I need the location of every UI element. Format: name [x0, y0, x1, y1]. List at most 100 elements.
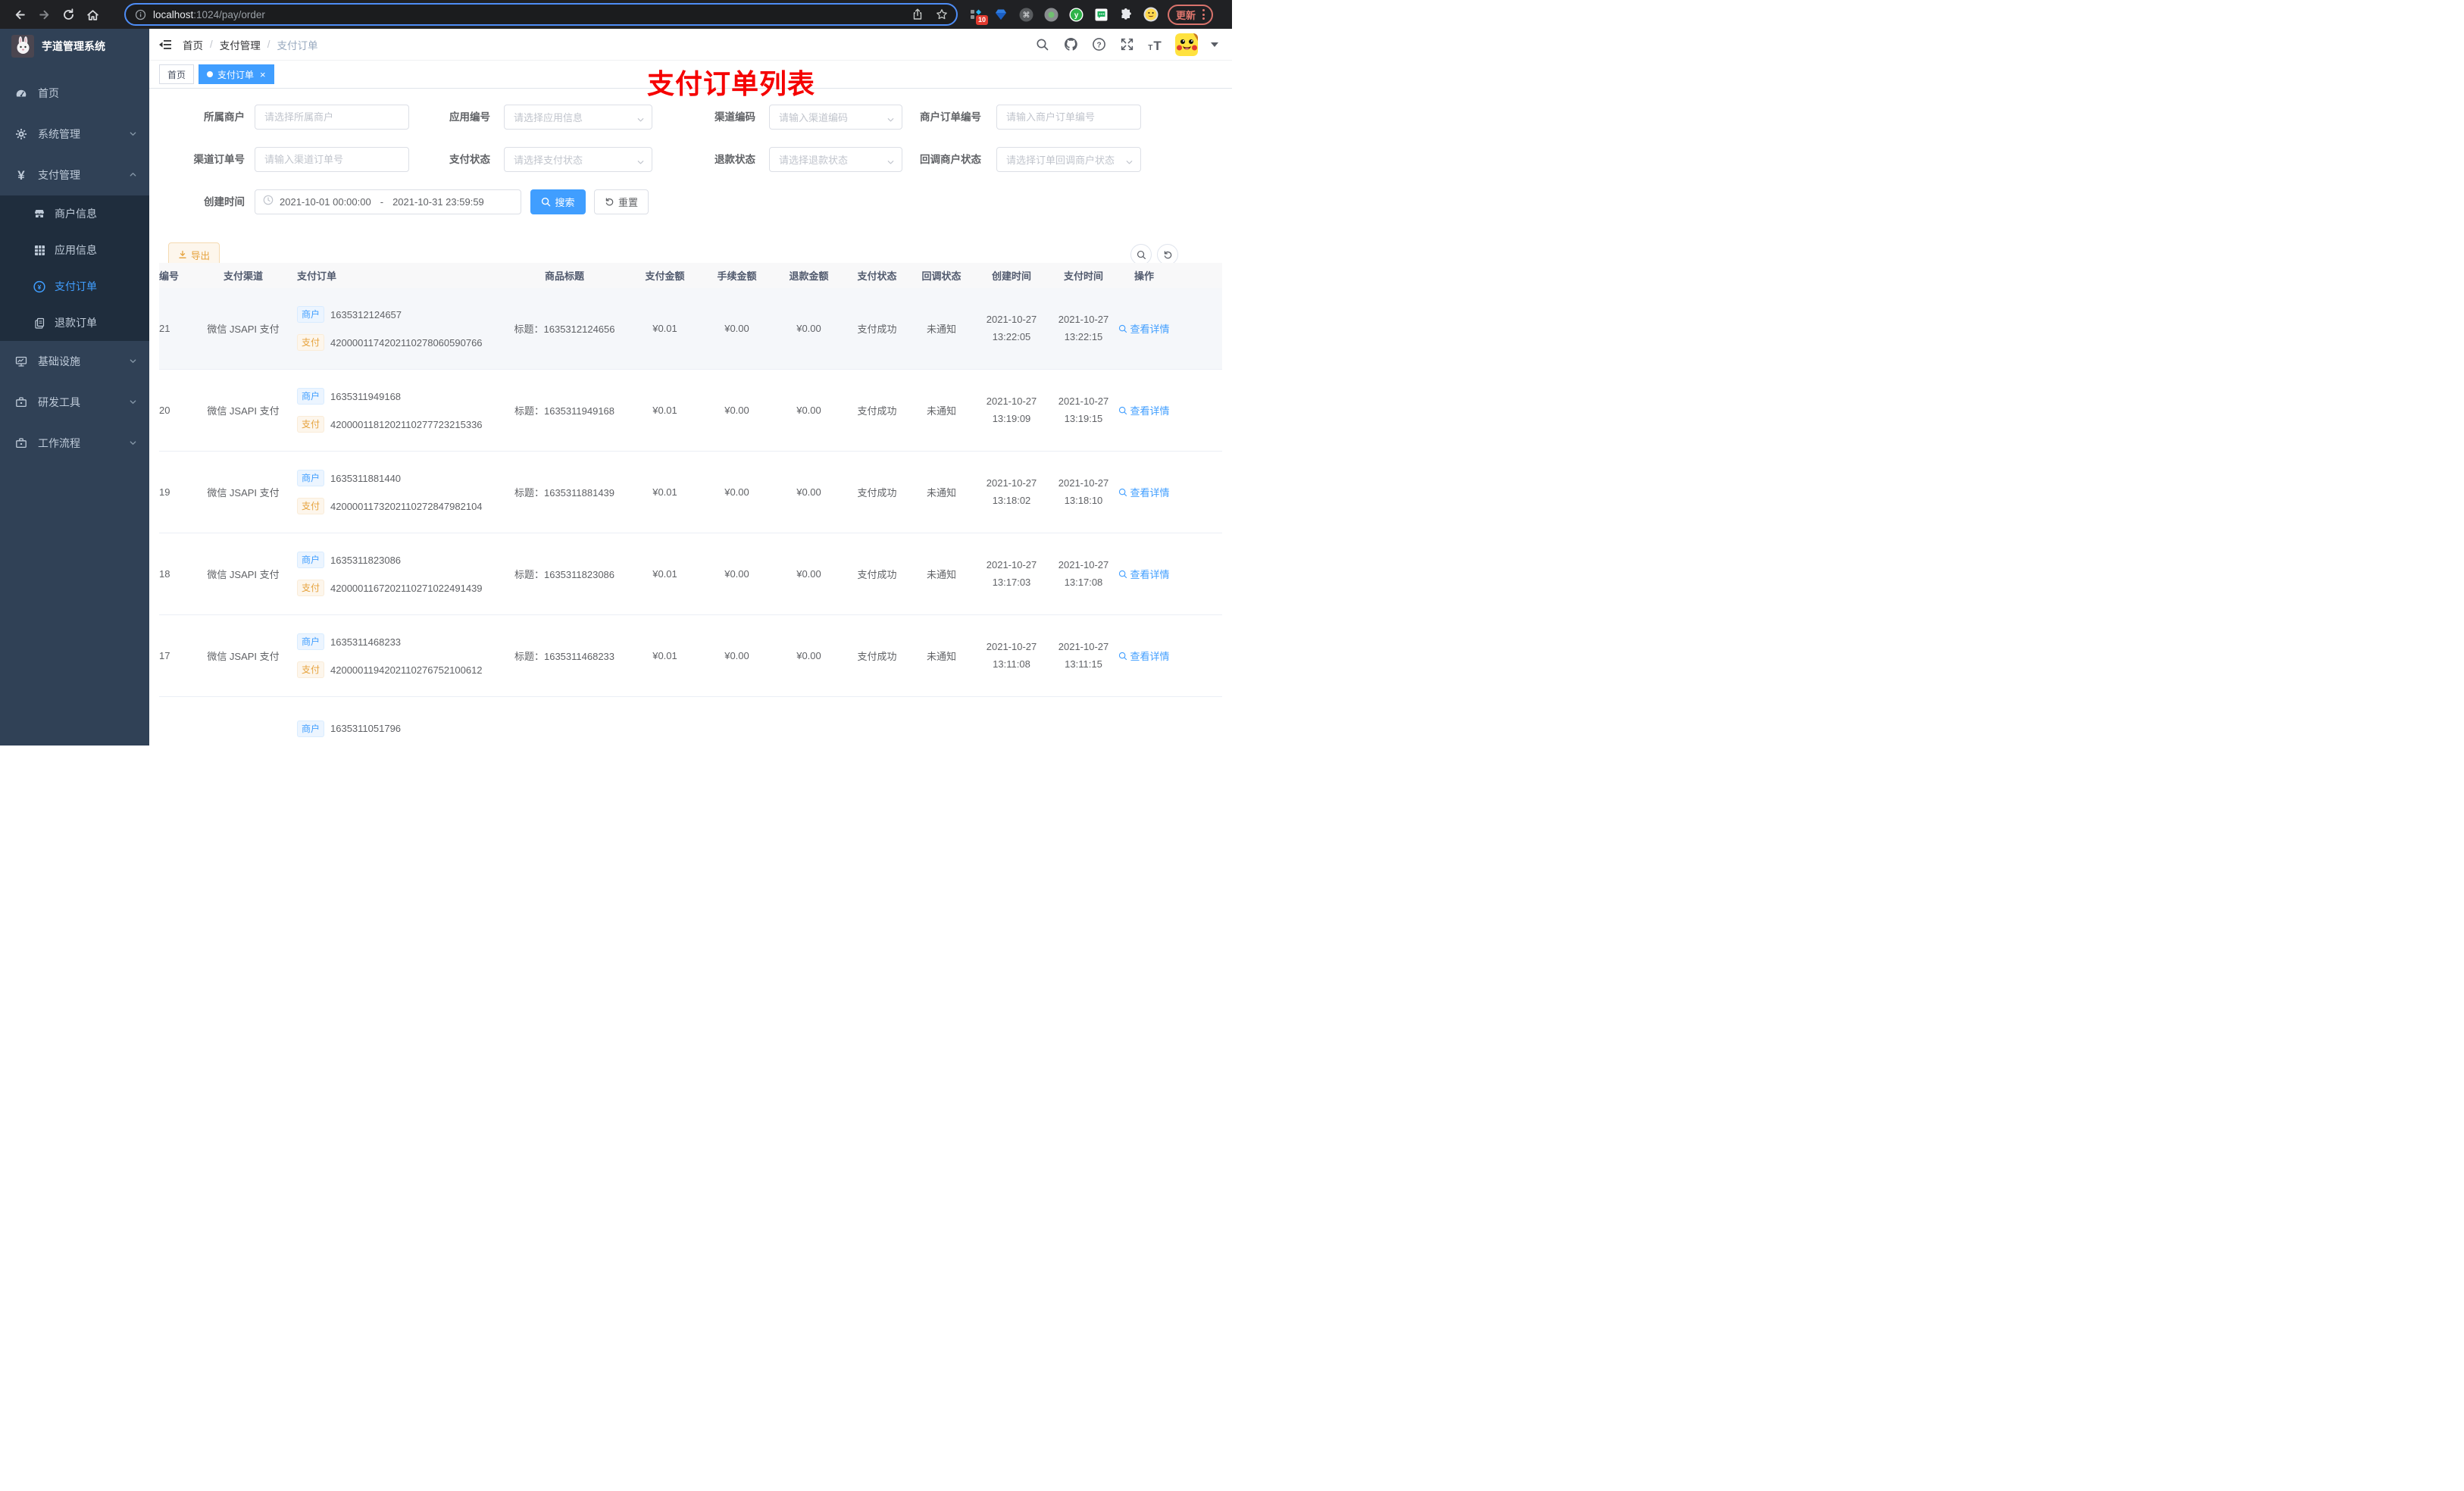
help-icon[interactable]: ? — [1091, 37, 1106, 52]
col-fee: 手续金额 — [717, 270, 757, 282]
bookmark-star-icon[interactable] — [935, 8, 949, 21]
pay-status-select[interactable]: 请选择支付状态 — [504, 147, 652, 172]
merchant-tag: 商户 — [297, 633, 325, 650]
back-icon[interactable] — [13, 8, 27, 21]
merchant-tag: 商户 — [297, 552, 325, 568]
fullscreen-icon[interactable] — [1119, 37, 1134, 52]
site-info-icon[interactable] — [133, 8, 147, 21]
col-id: 编号 — [159, 270, 180, 282]
channel-order-no-input-wrap — [255, 147, 409, 172]
filter-label-app-id: 应用编号 — [449, 111, 490, 123]
pay-status-select-wrap: 请选择支付状态 — [504, 147, 652, 172]
sidebar-item-dev-tools[interactable]: 研发工具 — [0, 382, 149, 423]
sidebar-item-label: 退款订单 — [55, 317, 97, 329]
home-icon[interactable] — [86, 8, 99, 21]
profile-emoji-icon[interactable] — [1143, 7, 1159, 22]
reset-button[interactable]: 重置 — [594, 189, 649, 214]
extension-chat-icon[interactable] — [1093, 7, 1108, 22]
breadcrumb-pay-manage[interactable]: 支付管理 — [220, 37, 261, 52]
app-id-select[interactable]: 请选择应用信息 — [504, 105, 652, 130]
gear-icon — [15, 128, 27, 140]
app-title: 芋道管理系统 — [42, 40, 105, 52]
create-time-range-picker[interactable]: 2021-10-01 00:00:00 - 2021-10-31 23:59:5… — [255, 189, 521, 214]
sidebar-item-pay-order[interactable]: ¥ 支付订单 — [0, 268, 149, 305]
table-header: 编号 支付渠道 支付订单 商品标题 支付金额 手续金额 退款金额 支付状态 回调… — [159, 263, 1222, 288]
url-host: localhost — [153, 8, 194, 20]
notify-status-select[interactable]: 请选择订单回调商户状态 — [996, 147, 1141, 172]
toggle-search-icon[interactable] — [1130, 244, 1152, 265]
owner-merchant-input[interactable] — [255, 105, 409, 130]
chevron-down-icon — [129, 437, 137, 449]
caret-down-icon[interactable] — [1211, 42, 1218, 47]
browser-menu-icon[interactable] — [1202, 9, 1205, 20]
extension-record-icon[interactable] — [1043, 7, 1058, 22]
view-detail-link[interactable]: 查看详情 — [1118, 485, 1170, 499]
sidebar-fold-icon[interactable] — [158, 38, 172, 52]
view-detail-link[interactable]: 查看详情 — [1118, 321, 1170, 336]
extensions-puzzle-icon[interactable] — [1118, 7, 1134, 22]
view-detail-link[interactable]: 查看详情 — [1118, 649, 1170, 663]
date-start: 2021-10-01 00:00:00 — [280, 196, 371, 208]
tab-home[interactable]: 首页 — [159, 64, 195, 84]
col-refund: 退款金额 — [789, 270, 829, 282]
sidebar-submenu-payment: 商户信息 应用信息 ¥ 支付订单 退款订单 — [0, 195, 149, 341]
search-button[interactable]: 搜索 — [530, 189, 586, 214]
col-action: 操作 — [1134, 270, 1154, 282]
merchant-order-no-input[interactable] — [996, 105, 1141, 130]
svg-text:¥: ¥ — [38, 283, 42, 290]
breadcrumb-home[interactable]: 首页 — [183, 37, 203, 52]
pay-tag: 支付 — [297, 498, 325, 514]
sidebar-item-workflow[interactable]: 工作流程 — [0, 423, 149, 464]
tab-label: 首页 — [167, 69, 186, 80]
update-label: 更新 — [1176, 9, 1196, 21]
sidebar-logo: 芋道管理系统 — [0, 29, 149, 64]
filter-label-channel-code: 渠道编码 — [714, 111, 755, 123]
briefcase-icon — [15, 396, 27, 408]
search-icon[interactable] — [1035, 37, 1050, 52]
refresh-table-icon[interactable] — [1157, 244, 1178, 265]
col-amount: 支付金额 — [645, 270, 685, 282]
share-icon[interactable] — [911, 8, 924, 21]
github-icon[interactable] — [1063, 37, 1078, 52]
view-detail-link[interactable]: 查看详情 — [1118, 403, 1170, 417]
avatar[interactable] — [1175, 33, 1198, 56]
extension-badge: 10 — [975, 15, 988, 25]
sidebar-item-label: 研发工具 — [38, 396, 80, 408]
channel-code-select-wrap: 请输入渠道编码 — [769, 105, 902, 130]
sidebar-item-infrastructure[interactable]: 基础设施 — [0, 341, 149, 382]
channel-order-no-input[interactable] — [255, 147, 409, 172]
forward-icon[interactable] — [37, 8, 51, 21]
extension-y-icon[interactable]: y — [1068, 7, 1083, 22]
extension-command-icon[interactable]: ⌘ — [1018, 7, 1033, 22]
url-bar[interactable]: localhost:1024/pay/order — [124, 3, 958, 26]
navbar-actions: ? TT — [1035, 33, 1232, 56]
chevron-down-icon — [636, 157, 645, 170]
browser-toolbar: localhost:1024/pay/order 10 ⌘ y 更新 — [0, 0, 1232, 29]
table-row: 20 微信 JSAPI 支付 商户 1635311949168 支付 4200001… — [159, 370, 1222, 452]
channel-code-select[interactable]: 请输入渠道编码 — [769, 105, 902, 130]
storefront-icon — [33, 208, 45, 220]
pay-tag: 支付 — [297, 580, 325, 596]
breadcrumb: 首页 / 支付管理 / 支付订单 — [183, 37, 318, 52]
pay-order-table: 编号 支付渠道 支付订单 商品标题 支付金额 手续金额 退款金额 支付状态 回调… — [159, 263, 1222, 746]
view-detail-link[interactable]: 查看详情 — [1118, 567, 1170, 581]
sidebar-item-app-info[interactable]: 应用信息 — [0, 232, 149, 268]
extension-gem-icon[interactable] — [993, 7, 1008, 22]
merchant-tag: 商户 — [297, 306, 325, 323]
table-row: 19 微信 JSAPI 支付 商户 1635311881440 支付 4200001… — [159, 452, 1222, 533]
sidebar-item-home[interactable]: 首页 — [0, 73, 149, 114]
navbar: 首页 / 支付管理 / 支付订单 ? T T — [149, 29, 1232, 61]
font-size-icon[interactable]: TT — [1147, 37, 1162, 52]
notify-status-select-wrap: 请选择订单回调商户状态 — [996, 147, 1141, 172]
reload-icon[interactable] — [61, 8, 75, 21]
col-status: 支付状态 — [857, 270, 897, 282]
sidebar-item-merchant-info[interactable]: 商户信息 — [0, 195, 149, 232]
browser-update-button[interactable]: 更新 — [1168, 4, 1214, 25]
close-icon[interactable]: × — [260, 70, 266, 80]
sidebar-item-refund-order[interactable]: 退款订单 — [0, 305, 149, 341]
extension-blocks-icon[interactable]: 10 — [968, 7, 988, 25]
refund-status-select[interactable]: 请选择退款状态 — [769, 147, 902, 172]
sidebar-item-system[interactable]: 系统管理 — [0, 114, 149, 155]
tab-pay-order[interactable]: 支付订单 × — [199, 64, 274, 84]
sidebar-item-payment[interactable]: ¥ 支付管理 — [0, 155, 149, 195]
